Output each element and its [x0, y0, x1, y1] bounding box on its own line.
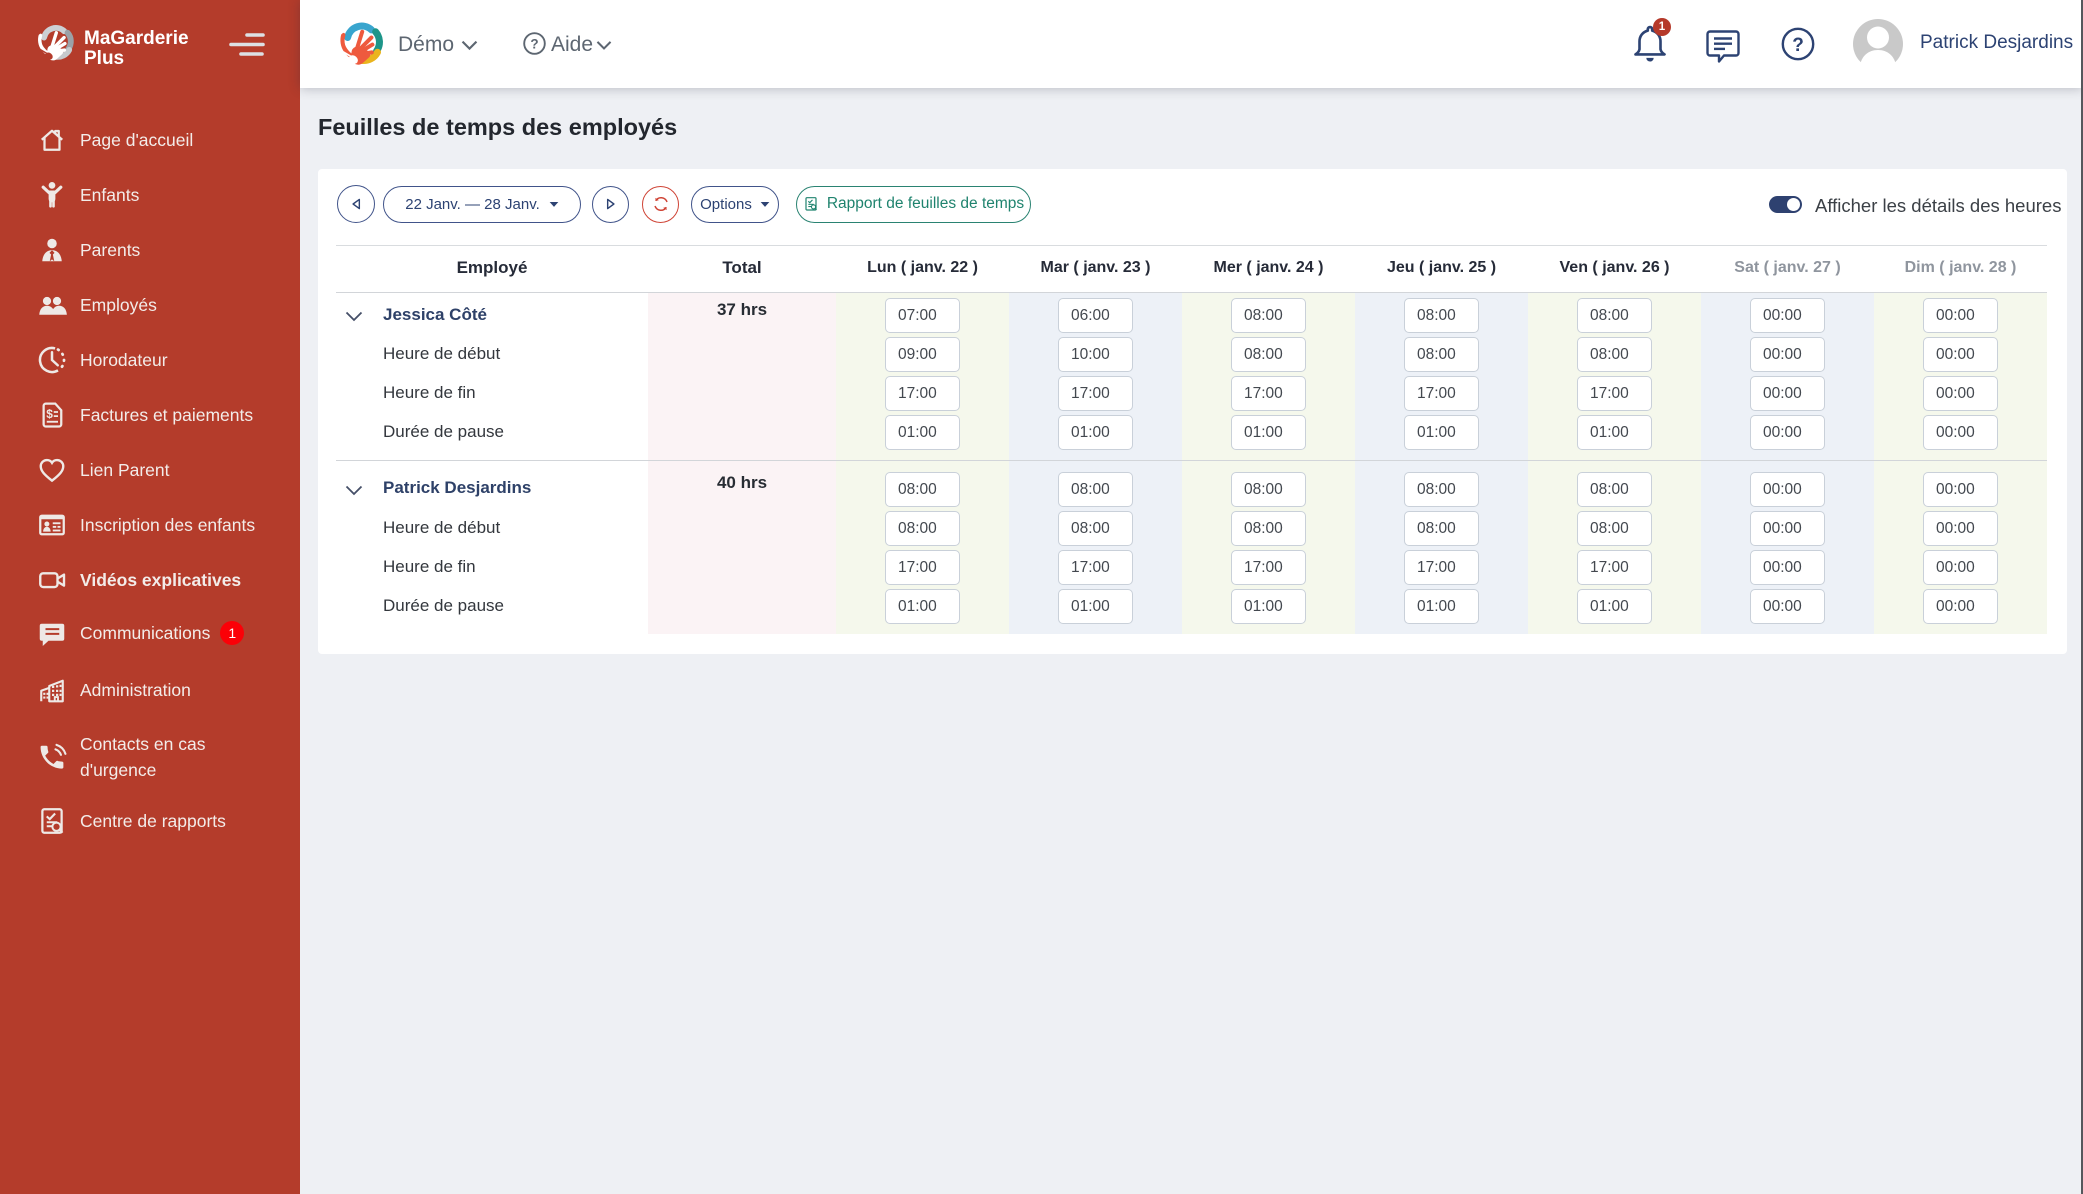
- svg-text:$: $: [46, 407, 53, 421]
- svg-text:?: ?: [1792, 35, 1804, 56]
- svg-text:?: ?: [530, 36, 538, 51]
